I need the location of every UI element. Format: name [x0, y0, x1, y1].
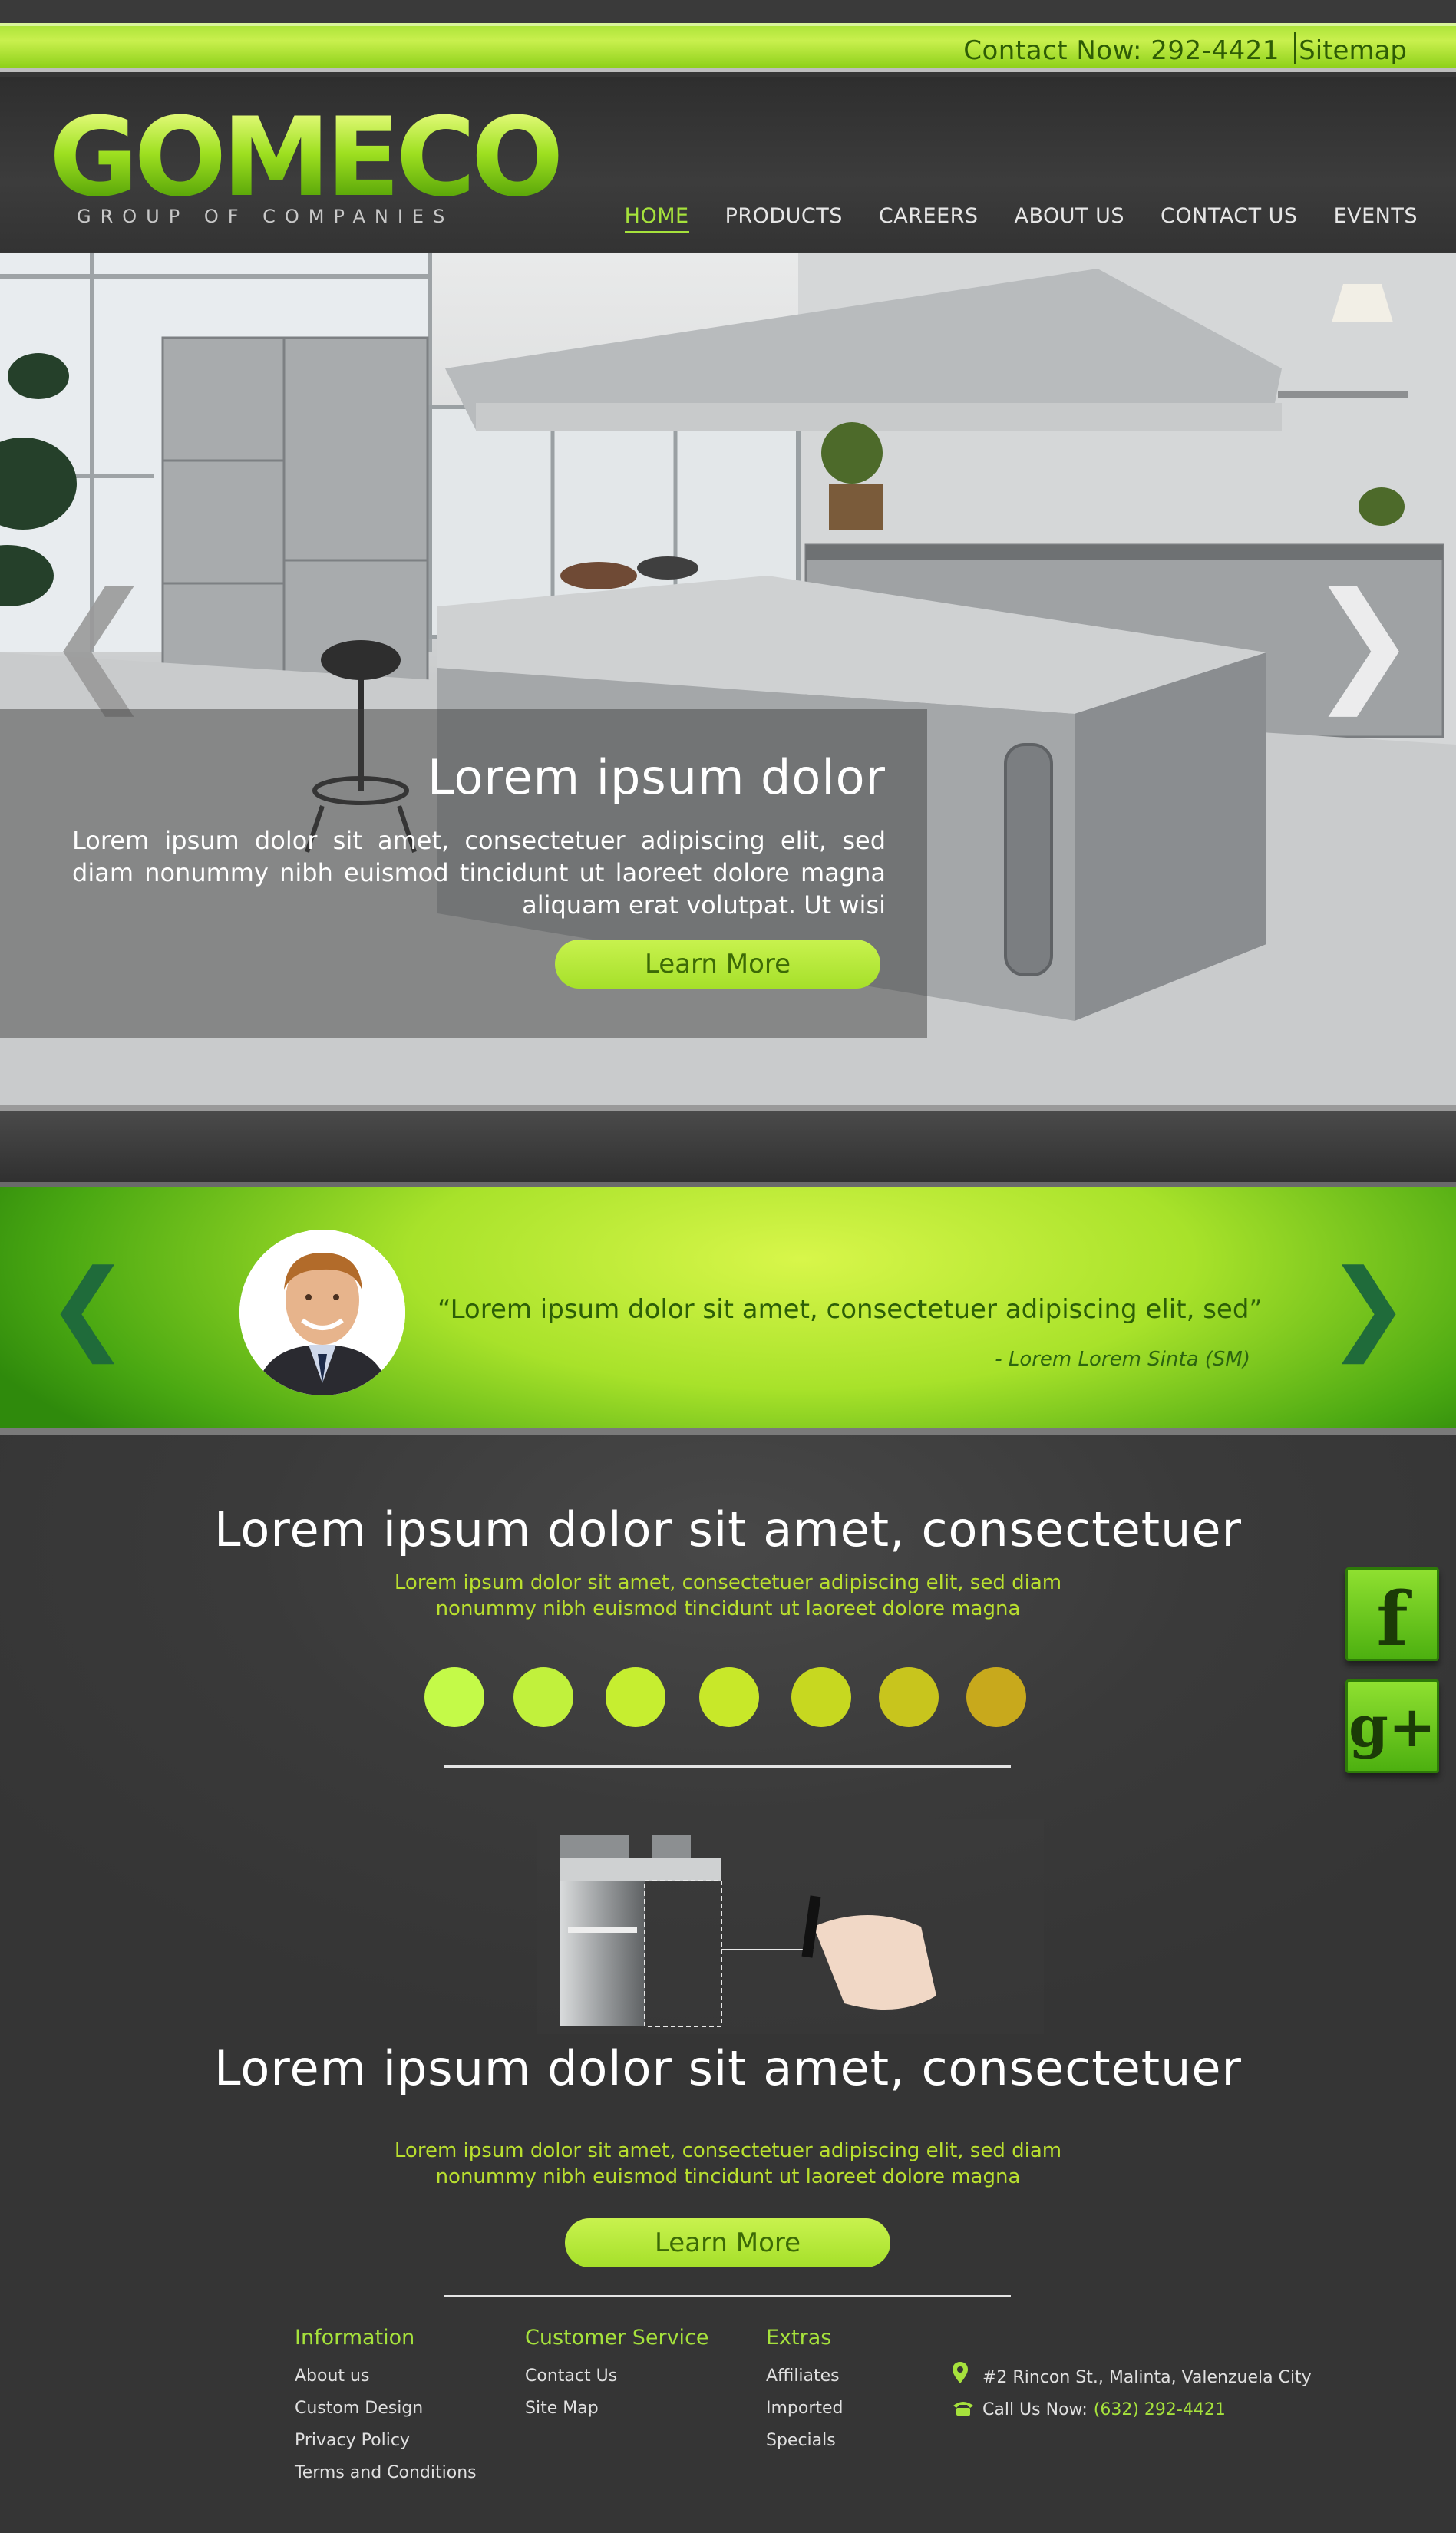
topbar-divider [1294, 32, 1296, 64]
nav-careers[interactable]: CAREERS [879, 204, 979, 233]
footer-link-privacy-policy[interactable]: Privacy Policy [295, 2425, 477, 2457]
color-dot[interactable] [879, 1667, 939, 1727]
color-dot[interactable] [791, 1667, 851, 1727]
footer-link-about-us[interactable]: About us [295, 2360, 477, 2393]
color-dot[interactable] [424, 1667, 484, 1727]
footer-link-affiliates[interactable]: Affiliates [766, 2360, 844, 2393]
section2-title: Lorem ipsum dolor sit amet, consectetuer [213, 2040, 1243, 2096]
footer-divider [444, 2295, 1011, 2297]
footer-link-specials[interactable]: Specials [766, 2425, 844, 2457]
logo-tagline: GROUP OF COMPANIES [77, 206, 454, 227]
nav-contact-us[interactable]: CONTACT US [1161, 204, 1298, 233]
logo[interactable]: GOMECO GROUP OF COMPANIES [49, 94, 564, 228]
section1-text-line1: Lorem ipsum dolor sit amet, consectetuer… [394, 1571, 1062, 1594]
logo-wordmark: GOMECO [49, 94, 564, 221]
google-plus-icon[interactable]: g+ [1345, 1679, 1439, 1773]
nav-events[interactable]: EVENTS [1334, 204, 1418, 233]
nav-home[interactable]: HOME [624, 204, 689, 233]
footer-address: #2 Rincon St., Malinta, Valenzuela City [982, 2367, 1312, 2387]
color-dot[interactable] [966, 1667, 1026, 1727]
color-dot[interactable] [513, 1667, 573, 1727]
hero-text: Lorem ipsum dolor sit amet, consectetuer… [72, 826, 886, 920]
location-pin-icon [952, 2361, 982, 2394]
stove-illustration [537, 1819, 1044, 2034]
footer-heading-extras: Extras [766, 2326, 832, 2350]
nav-products[interactable]: PRODUCTS [725, 204, 843, 233]
footer-heading-information: Information [295, 2326, 415, 2350]
facebook-icon[interactable]: f [1345, 1567, 1439, 1663]
contact-phone-link[interactable]: Contact Now: 292-4421 [963, 35, 1279, 66]
section1-text-line2: nonummy nibh euismod tincidunt ut laoree… [435, 1597, 1021, 1620]
features-section: Lorem ipsum dolor sit amet, consectetuer… [0, 1435, 1456, 2533]
testimonial-prev-arrow-icon[interactable]: ❮ [46, 1256, 130, 1356]
footer-col-extras: Extras Affiliates Imported Specials [766, 2326, 844, 2457]
divider-band [0, 1105, 1456, 1182]
hero-next-arrow-icon[interactable]: ❯ [1309, 576, 1418, 706]
testimonial-author: - Lorem Lorem Sinta (SM) [995, 1348, 1250, 1371]
hero-learn-more-button[interactable]: Learn More [555, 940, 880, 989]
footer-phone-link[interactable]: (632) 292-4421 [1094, 2394, 1226, 2426]
section2-text-line1: Lorem ipsum dolor sit amet, consectetuer… [394, 2139, 1062, 2162]
color-dot[interactable] [606, 1667, 665, 1727]
footer-contact: #2 Rincon St., Malinta, Valenzuela City … [952, 2361, 1312, 2426]
main-nav: HOME PRODUCTS CAREERS ABOUT US CONTACT U… [589, 204, 1418, 233]
section2-text-line2: nonummy nibh euismod tincidunt ut laoree… [435, 2165, 1021, 2188]
section1-title: Lorem ipsum dolor sit amet, consectetuer [213, 1501, 1243, 1557]
site-header: GOMECO GROUP OF COMPANIES HOME PRODUCTS … [0, 77, 1456, 252]
footer-link-imported[interactable]: Imported [766, 2393, 844, 2425]
avatar [239, 1230, 405, 1395]
facebook-glyph: f [1376, 1576, 1408, 1663]
testimonial-section: ❮ “Lorem ipsum dolor sit amet, consectet… [0, 1182, 1456, 1435]
section2-learn-more-button[interactable]: Learn More [565, 2218, 890, 2267]
footer-col-information: Information About us Custom Design Priva… [295, 2326, 477, 2489]
footer-link-contact-us[interactable]: Contact Us [525, 2360, 709, 2393]
color-dots [424, 1667, 1031, 1729]
contact-bar: Contact Now: 292-4421 Sitemap [0, 23, 1456, 72]
hero-prev-arrow-icon[interactable]: ❮ [45, 576, 154, 706]
google-plus-glyph: g+ [1349, 1694, 1436, 1760]
testimonial-next-arrow-icon[interactable]: ❯ [1326, 1256, 1410, 1356]
nav-about-us[interactable]: ABOUT US [1015, 204, 1125, 233]
footer-link-terms[interactable]: Terms and Conditions [295, 2457, 477, 2489]
hero-title: Lorem ipsum dolor [428, 749, 886, 805]
footer-col-customer-service: Customer Service Contact Us Site Map [525, 2326, 709, 2425]
footer-heading-customer-service: Customer Service [525, 2326, 709, 2350]
hero-slider: ❮ ❯ Lorem ipsum dolor Lorem ipsum dolor … [0, 253, 1456, 1105]
sitemap-link[interactable]: Sitemap [1299, 35, 1407, 66]
testimonial-quote: “Lorem ipsum dolor sit amet, consectetue… [437, 1294, 1263, 1325]
color-dot[interactable] [699, 1667, 759, 1727]
hero-caption: Lorem ipsum dolor Lorem ipsum dolor sit … [0, 709, 927, 1038]
footer-link-site-map[interactable]: Site Map [525, 2393, 709, 2425]
footer-call-label: Call Us Now: [982, 2400, 1088, 2419]
phone-icon [952, 2394, 982, 2426]
footer-link-custom-design[interactable]: Custom Design [295, 2393, 477, 2425]
section-divider [444, 1765, 1011, 1768]
top-gap [0, 0, 1456, 23]
